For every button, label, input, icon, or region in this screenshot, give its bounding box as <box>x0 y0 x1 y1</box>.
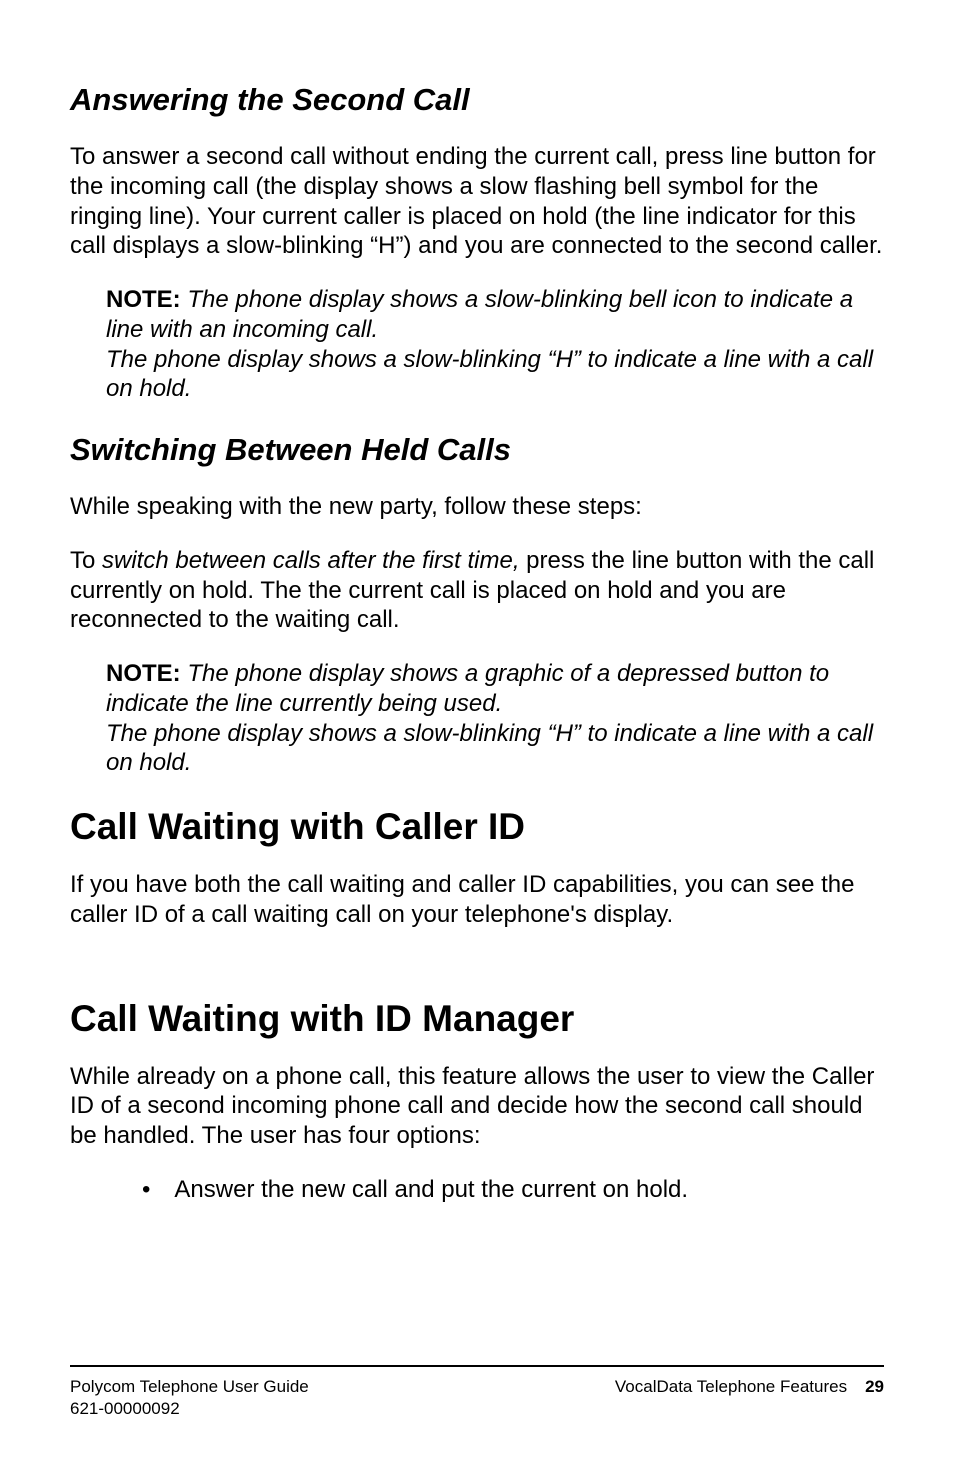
para-answering-second-call: To answer a second call without ending t… <box>70 142 884 261</box>
note-text: NOTE: The phone display shows a slow-bli… <box>106 285 884 404</box>
footer-rule <box>70 1365 884 1367</box>
note-label: NOTE: <box>106 660 181 687</box>
footer-right: VocalData Telephone Features 29 <box>615 1377 884 1397</box>
note-answering-second-call: NOTE: The phone display shows a slow-bli… <box>106 285 884 404</box>
heading-call-waiting-caller-id: Call Waiting with Caller ID <box>70 806 884 848</box>
note-switching-held-calls: NOTE: The phone display shows a graphic … <box>106 659 884 778</box>
para-switching-intro: While speaking with the new party, follo… <box>70 492 884 522</box>
heading-call-waiting-id-manager: Call Waiting with ID Manager <box>70 998 884 1040</box>
list-item-text: Answer the new call and put the current … <box>174 1175 688 1205</box>
note-text: NOTE: The phone display shows a graphic … <box>106 659 884 778</box>
bullet-icon: • <box>142 1175 174 1205</box>
page-number: 29 <box>865 1377 884 1396</box>
note-body: The phone display shows a graphic of a d… <box>106 660 873 776</box>
para-call-waiting-caller-id: If you have both the call waiting and ca… <box>70 870 884 930</box>
text-italic: switch between calls after the first tim… <box>102 547 520 574</box>
note-body: The phone display shows a slow-blinking … <box>106 286 873 402</box>
page-footer: Polycom Telephone User Guide VocalData T… <box>70 1365 884 1419</box>
para-call-waiting-id-manager: While already on a phone call, this feat… <box>70 1062 884 1151</box>
heading-answering-second-call: Answering the Second Call <box>70 82 884 118</box>
heading-switching-held-calls: Switching Between Held Calls <box>70 432 884 468</box>
text-pre: To <box>70 547 102 574</box>
footer-left-docnum: 621-00000092 <box>70 1399 884 1419</box>
footer-left-title: Polycom Telephone User Guide <box>70 1377 309 1397</box>
para-switching-steps: To switch between calls after the first … <box>70 546 884 635</box>
footer-section-label: VocalData Telephone Features <box>615 1377 847 1396</box>
note-label: NOTE: <box>106 286 181 313</box>
list-item: • Answer the new call and put the curren… <box>142 1175 884 1205</box>
footer-line: Polycom Telephone User Guide VocalData T… <box>70 1377 884 1397</box>
